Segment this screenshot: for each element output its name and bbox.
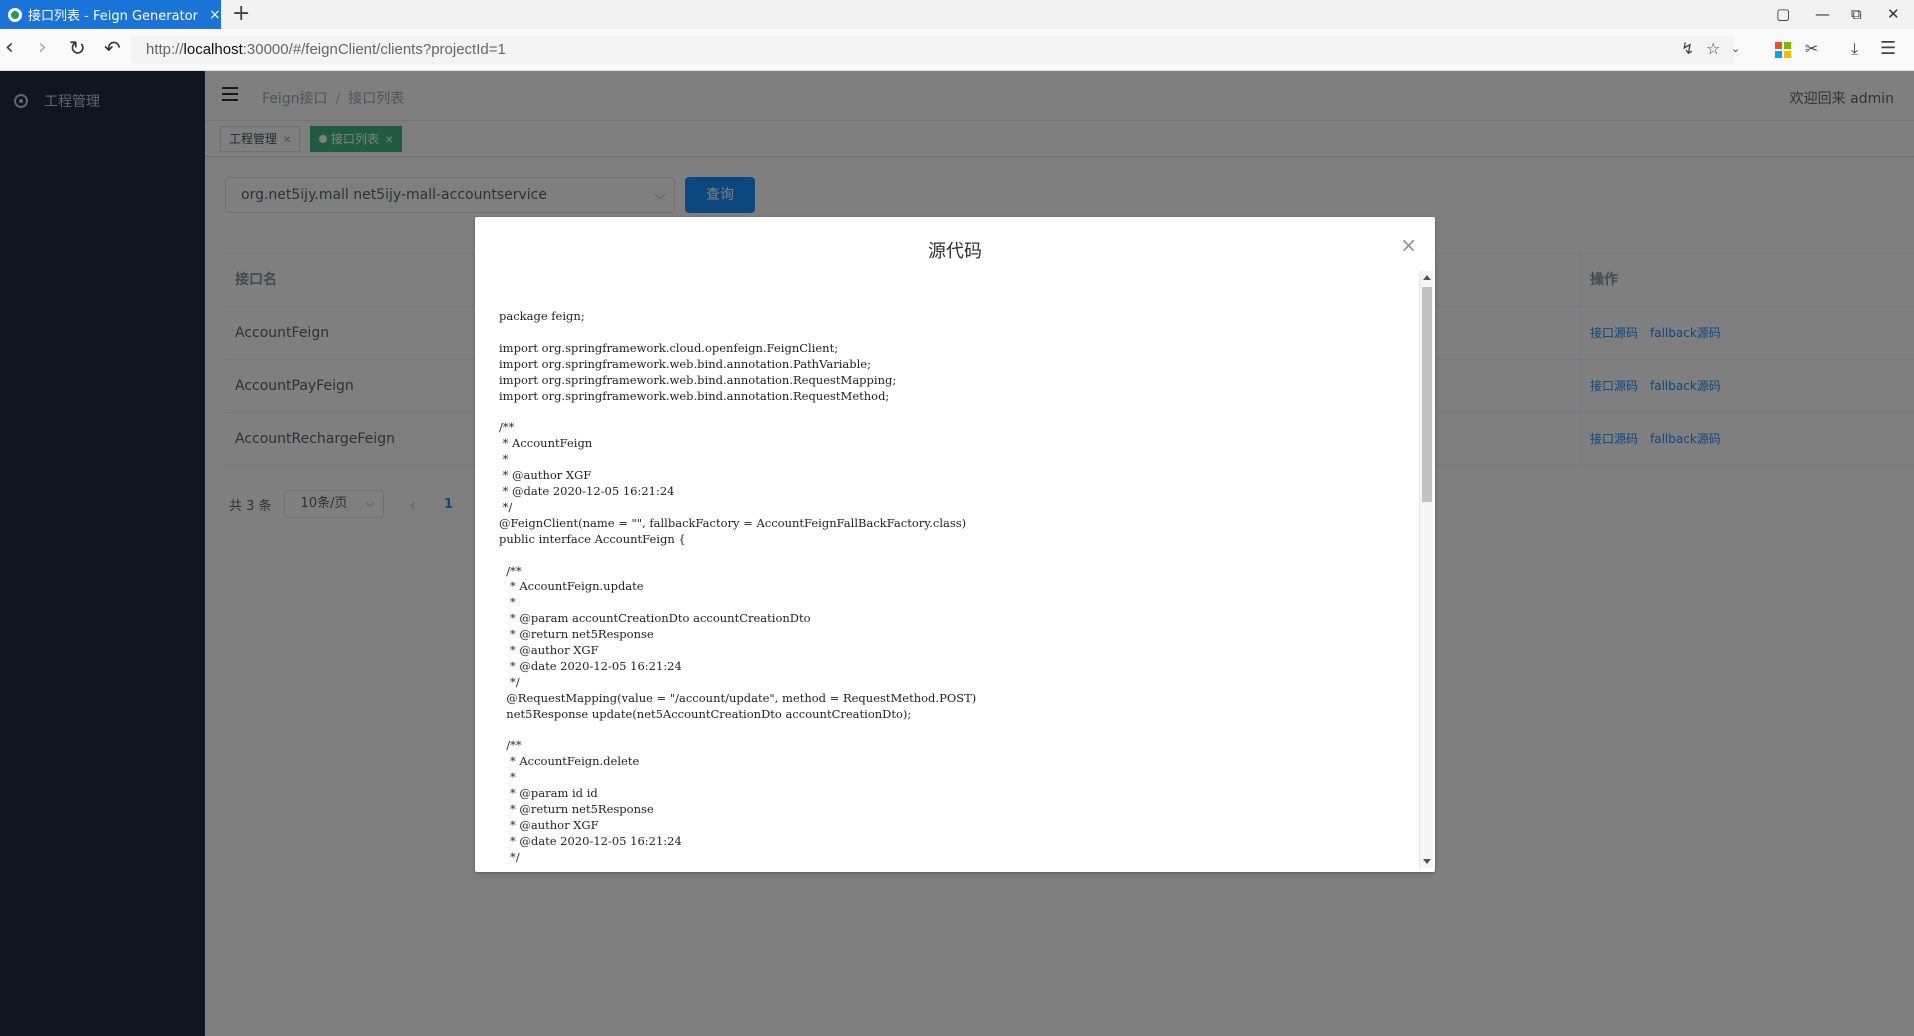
new-tab-icon[interactable]: + xyxy=(232,3,250,25)
source-code-dialog: 源代码 × package feign; import org.springfr… xyxy=(475,217,1435,872)
tab-close-icon[interactable]: × xyxy=(209,8,221,22)
scrollbar-thumb[interactable] xyxy=(1422,287,1432,502)
scissors-icon[interactable]: ✂ xyxy=(1805,40,1818,58)
browser-tab-strip: 接口列表 - Feign Generator S × + ▢ — ⧉ ✕ xyxy=(0,0,1914,29)
scroll-down-icon[interactable] xyxy=(1423,859,1431,864)
restore-icon[interactable]: ⧉ xyxy=(1851,5,1862,23)
scroll-up-icon[interactable] xyxy=(1423,275,1431,280)
source-code-text[interactable]: package feign; import org.springframewor… xyxy=(499,309,1244,864)
vue-favicon-icon xyxy=(8,7,22,22)
skin-icon[interactable]: ▢ xyxy=(1776,5,1790,23)
browser-tab[interactable]: 接口列表 - Feign Generator S × xyxy=(0,0,221,29)
menu-icon[interactable]: ☰ xyxy=(1880,40,1896,58)
dropdown-icon[interactable]: ⌄ xyxy=(1731,40,1740,58)
url-input[interactable]: http://localhost:30000/#/feignClient/cli… xyxy=(131,36,1734,64)
reload-icon[interactable]: ↻ xyxy=(69,37,86,59)
lightning-icon[interactable]: ↯ xyxy=(1681,40,1694,58)
window-close-icon[interactable]: ✕ xyxy=(1887,5,1900,23)
code-scrollbar[interactable] xyxy=(1419,271,1433,868)
url-host: localhost xyxy=(183,41,243,58)
close-icon[interactable]: × xyxy=(1400,233,1417,257)
apps-grid-icon[interactable] xyxy=(1775,42,1791,58)
dialog-title: 源代码 xyxy=(928,241,982,262)
download-icon[interactable]: ⤓ xyxy=(1851,40,1858,58)
bookmark-star-icon[interactable]: ☆ xyxy=(1706,40,1720,58)
forward-icon[interactable]: › xyxy=(38,37,47,59)
url-scheme: http:// xyxy=(146,41,184,58)
minimize-icon[interactable]: — xyxy=(1815,5,1830,23)
browser-tab-title: 接口列表 - Feign Generator S xyxy=(28,9,203,24)
url-path: :30000/#/feignClient/clients?projectId=1 xyxy=(242,41,506,58)
address-toolbar: ‹ › ↻ ↶ http://localhost:30000/#/feignCl… xyxy=(0,29,1914,71)
undo-icon[interactable]: ↶ xyxy=(104,37,121,59)
back-icon[interactable]: ‹ xyxy=(5,37,14,59)
